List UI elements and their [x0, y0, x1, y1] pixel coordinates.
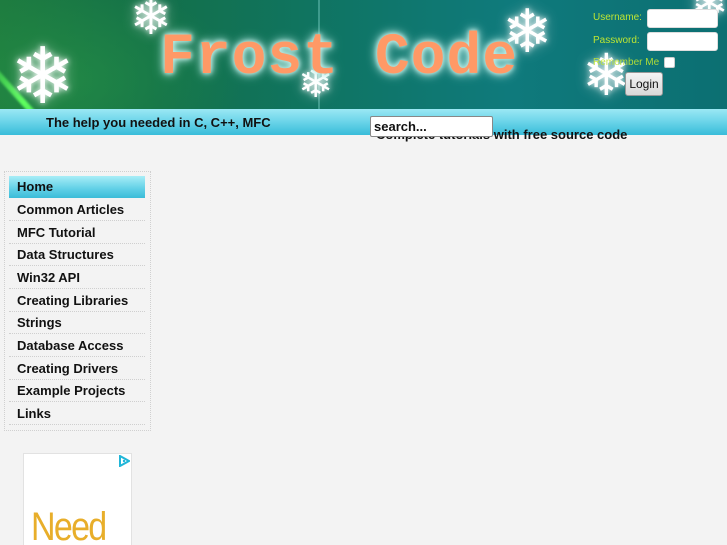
sidebar-item-home[interactable]: Home — [9, 176, 145, 198]
sidebar-item-mfc-tutorial[interactable]: MFC Tutorial — [9, 222, 145, 244]
adchoices-icon[interactable] — [118, 455, 130, 467]
sidebar-item-win32-api[interactable]: Win32 API — [9, 267, 145, 289]
sidebar-item-common-articles[interactable]: Common Articles — [9, 199, 145, 221]
site-logo[interactable]: Frost Code — [160, 26, 518, 91]
search-input[interactable] — [370, 116, 493, 137]
tagline: The help you needed in C, C++, MFC — [46, 115, 271, 130]
sidebar-item-links[interactable]: Links — [9, 403, 145, 425]
remember-me-label: Remember Me — [593, 57, 660, 68]
sidebar-item-creating-libraries[interactable]: Creating Libraries — [9, 290, 145, 312]
sidebar-item-database-access[interactable]: Database Access — [9, 335, 145, 357]
username-label: Username: — [593, 12, 642, 23]
snowflake-icon: ❄ — [582, 41, 631, 109]
sidebar-item-creating-drivers[interactable]: Creating Drivers — [9, 358, 145, 380]
snowflake-icon: ❄ — [10, 32, 76, 109]
remember-me-checkbox[interactable] — [664, 57, 675, 68]
username-input[interactable] — [647, 9, 718, 28]
login-button[interactable]: Login — [625, 72, 663, 96]
ad-headline[interactable]: Need — [31, 505, 107, 545]
sidebar-item-data-structures[interactable]: Data Structures — [9, 244, 145, 266]
password-label: Password: — [593, 35, 640, 46]
sidebar-item-strings[interactable]: Strings — [9, 312, 145, 334]
sidebar-item-example-projects[interactable]: Example Projects — [9, 380, 145, 402]
site-header: ❄ ❄ ❄ ❄ ❄ ❄ Frost Code Username: Passwor… — [0, 0, 727, 109]
password-input[interactable] — [647, 32, 718, 51]
